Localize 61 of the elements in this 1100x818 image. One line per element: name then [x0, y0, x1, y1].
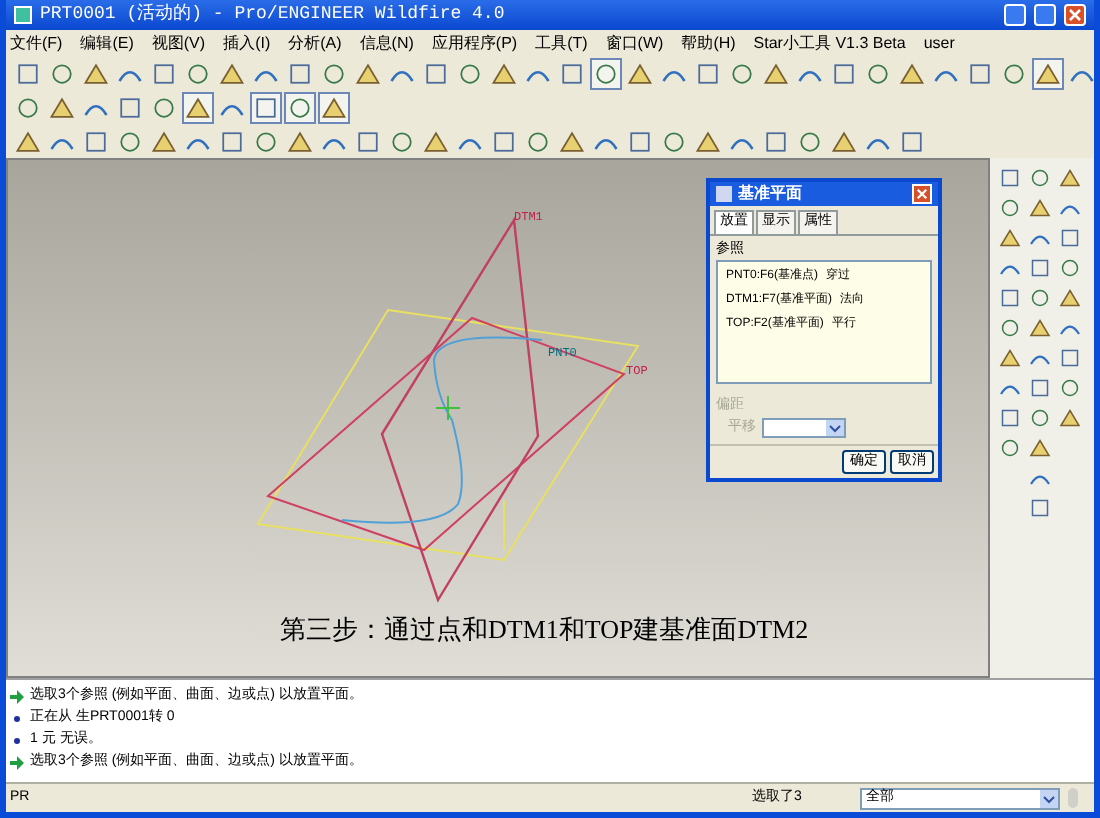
minimize-button[interactable] — [1004, 4, 1026, 26]
menu-item[interactable]: 插入(I) — [223, 31, 271, 55]
caption: 第三步：通过点和DTM1和TOP建基准面DTM2 — [280, 612, 809, 648]
tool-icon[interactable] — [996, 194, 1024, 222]
app-icon — [14, 6, 32, 24]
menu-item[interactable]: 窗口(W) — [605, 31, 664, 55]
tool-icon[interactable] — [1056, 374, 1084, 402]
tool-icon[interactable] — [1026, 404, 1054, 432]
menu-item[interactable]: 帮助(H) — [681, 31, 736, 55]
menu-item[interactable]: 信息(N) — [359, 31, 414, 55]
arrow-icon — [10, 755, 24, 769]
close-icon — [1068, 8, 1082, 22]
close-icon — [916, 188, 928, 200]
close-button[interactable] — [912, 184, 932, 204]
bullet-icon — [14, 737, 20, 743]
tool-icon[interactable] — [996, 344, 1024, 372]
tool-icon[interactable] — [996, 404, 1024, 432]
tool-icon[interactable] — [182, 91, 214, 123]
dialog-icon — [716, 186, 732, 202]
tool-icon[interactable] — [996, 164, 1024, 192]
menu-item[interactable]: 编辑(E) — [80, 31, 134, 55]
menu-item[interactable]: 分析(A) — [288, 31, 342, 55]
window-title: PRT0001 (活动的) - Pro/ENGINEER Wildfire 4.0 — [40, 1, 507, 28]
tool-icon[interactable] — [1056, 344, 1084, 372]
tool-icon[interactable] — [1026, 314, 1054, 342]
tool-icon[interactable] — [996, 224, 1024, 252]
dropdown-arrow-icon — [1040, 789, 1058, 807]
tool-icon[interactable] — [1056, 224, 1084, 252]
menu-item[interactable]: user — [923, 31, 955, 55]
tool-icon[interactable] — [996, 284, 1024, 312]
tool-icon[interactable] — [996, 434, 1024, 462]
tool-icon[interactable] — [1026, 494, 1054, 522]
maximize-button[interactable] — [1034, 4, 1056, 26]
tool-icon[interactable] — [590, 57, 622, 89]
menu-item[interactable]: 应用程序(P) — [431, 31, 518, 55]
light-icon — [1068, 788, 1078, 808]
tool-icon[interactable] — [250, 91, 282, 123]
tool-icon[interactable] — [1056, 404, 1084, 432]
tool-icon[interactable] — [1056, 284, 1084, 312]
tool-icon[interactable] — [1026, 194, 1054, 222]
tool-icon[interactable] — [996, 314, 1024, 342]
tool-icon[interactable] — [1026, 164, 1054, 192]
tool-icon[interactable] — [1026, 374, 1054, 402]
tool-icon[interactable] — [1056, 164, 1084, 192]
tool-icon[interactable] — [1032, 57, 1064, 89]
tool-icon[interactable] — [1026, 254, 1054, 282]
menu-item[interactable]: 工具(T) — [535, 31, 588, 55]
close-button[interactable] — [1064, 4, 1086, 26]
arrow-icon — [10, 689, 24, 703]
menu-item[interactable]: 视图(V) — [151, 31, 206, 55]
offset-dropdown[interactable] — [762, 417, 846, 438]
menu-item[interactable]: 文件(F) — [10, 31, 63, 55]
dropdown-arrow-icon — [826, 419, 844, 436]
tool-icon[interactable] — [318, 91, 350, 123]
dialog-title: 基准平面 — [738, 182, 804, 206]
tool-icon[interactable] — [1056, 254, 1084, 282]
tool-icon[interactable] — [1026, 434, 1054, 462]
bullet-icon — [14, 715, 20, 721]
menu-item[interactable]: Star小工具 V1.3 Beta — [753, 31, 906, 55]
tool-icon[interactable] — [1026, 284, 1054, 312]
tool-icon[interactable] — [284, 91, 316, 123]
